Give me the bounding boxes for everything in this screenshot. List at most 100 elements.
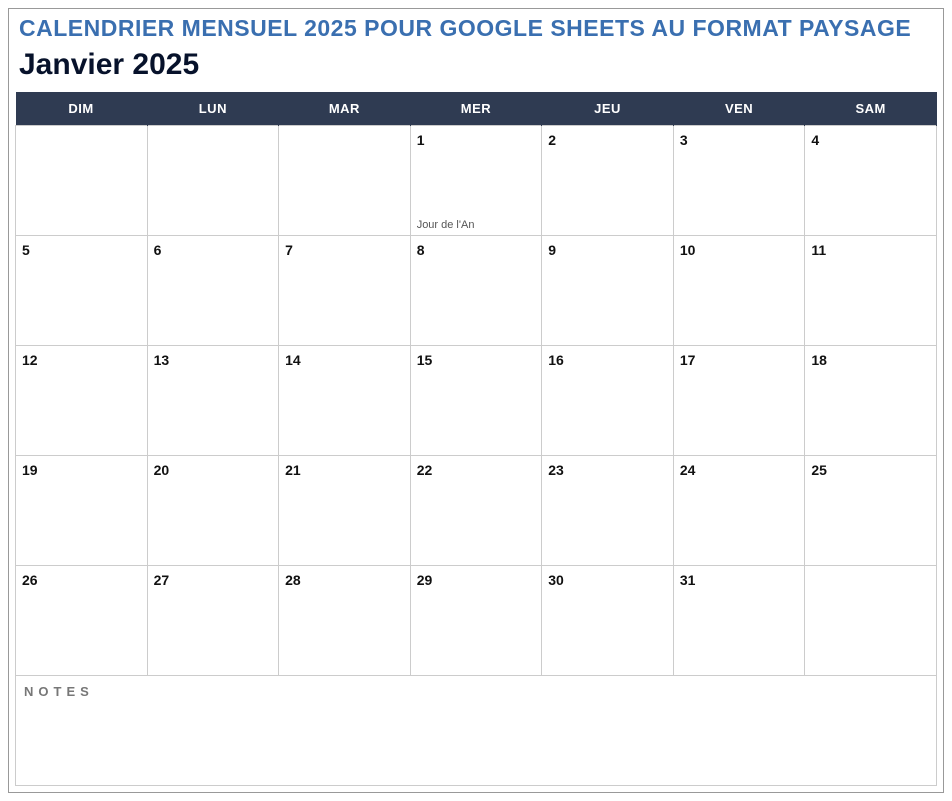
calendar-day-cell[interactable]: 10 (673, 236, 805, 346)
calendar-week-row: 19202122232425 (16, 456, 937, 566)
day-number: 26 (16, 566, 147, 588)
weekday-header-row: DIM LUN MAR MER JEU VEN SAM (16, 92, 937, 126)
day-note (16, 561, 147, 565)
calendar-day-cell[interactable]: 29 (410, 566, 542, 676)
calendar-day-cell[interactable] (279, 126, 411, 236)
day-note (805, 231, 936, 235)
calendar-day-cell[interactable]: 2 (542, 126, 674, 236)
calendar-day-cell[interactable] (805, 566, 937, 676)
day-number: 16 (542, 346, 673, 368)
calendar-day-cell[interactable]: 16 (542, 346, 674, 456)
calendar-day-cell[interactable]: 30 (542, 566, 674, 676)
calendar-day-cell[interactable]: 27 (147, 566, 279, 676)
day-note (674, 451, 805, 455)
weekday-header: VEN (673, 92, 805, 126)
day-note (16, 231, 147, 235)
day-number (16, 126, 147, 132)
day-number: 9 (542, 236, 673, 258)
day-number: 7 (279, 236, 410, 258)
day-number: 2 (542, 126, 673, 148)
month-title: Janvier 2025 (15, 48, 937, 92)
day-note (674, 561, 805, 565)
day-note (16, 341, 147, 345)
calendar-day-cell[interactable]: 17 (673, 346, 805, 456)
day-number: 21 (279, 456, 410, 478)
day-note (411, 451, 542, 455)
calendar-day-cell[interactable]: 22 (410, 456, 542, 566)
day-number: 14 (279, 346, 410, 368)
day-note (674, 341, 805, 345)
calendar-table: DIM LUN MAR MER JEU VEN SAM 1 Jour de l'A… (15, 92, 937, 786)
calendar-day-cell[interactable]: 15 (410, 346, 542, 456)
calendar-day-cell[interactable]: 8 (410, 236, 542, 346)
calendar-day-cell[interactable]: 6 (147, 236, 279, 346)
day-number: 17 (674, 346, 805, 368)
day-number: 28 (279, 566, 410, 588)
day-note (16, 671, 147, 675)
day-note (279, 561, 410, 565)
calendar-day-cell[interactable]: 14 (279, 346, 411, 456)
calendar-day-cell[interactable] (147, 126, 279, 236)
day-number: 20 (148, 456, 279, 478)
day-number: 11 (805, 236, 936, 258)
notes-cell[interactable]: NOTES (16, 676, 937, 786)
day-note (542, 451, 673, 455)
calendar-day-cell[interactable]: 9 (542, 236, 674, 346)
day-note (279, 341, 410, 345)
day-number: 8 (411, 236, 542, 258)
day-number (805, 566, 936, 572)
day-number: 5 (16, 236, 147, 258)
day-note (805, 451, 936, 455)
notes-row: NOTES (16, 676, 937, 786)
day-note (542, 231, 673, 235)
calendar-day-cell[interactable]: 19 (16, 456, 148, 566)
calendar-day-cell[interactable]: 3 (673, 126, 805, 236)
calendar-day-cell[interactable]: 5 (16, 236, 148, 346)
calendar-day-cell[interactable]: 12 (16, 346, 148, 456)
day-number: 19 (16, 456, 147, 478)
calendar-day-cell[interactable]: 31 (673, 566, 805, 676)
calendar-day-cell[interactable]: 21 (279, 456, 411, 566)
day-number: 25 (805, 456, 936, 478)
calendar-day-cell[interactable]: 26 (16, 566, 148, 676)
day-number: 31 (674, 566, 805, 588)
day-number: 22 (411, 456, 542, 478)
day-number: 30 (542, 566, 673, 588)
day-number: 24 (674, 456, 805, 478)
day-number: 10 (674, 236, 805, 258)
calendar-day-cell[interactable]: 25 (805, 456, 937, 566)
day-note (279, 671, 410, 675)
day-note (16, 451, 147, 455)
day-note (542, 341, 673, 345)
day-note (411, 671, 542, 675)
calendar-day-cell[interactable]: 20 (147, 456, 279, 566)
day-number (148, 126, 279, 132)
calendar-day-cell[interactable]: 24 (673, 456, 805, 566)
calendar-day-cell[interactable]: 28 (279, 566, 411, 676)
calendar-day-cell[interactable]: 7 (279, 236, 411, 346)
weekday-header: MER (410, 92, 542, 126)
calendar-day-cell[interactable]: 11 (805, 236, 937, 346)
calendar-week-row: 12131415161718 (16, 346, 937, 456)
day-number: 3 (674, 126, 805, 148)
day-number: 12 (16, 346, 147, 368)
day-note: Jour de l'An (411, 219, 542, 235)
day-note (805, 671, 936, 675)
day-note (542, 561, 673, 565)
calendar-day-cell[interactable]: 4 (805, 126, 937, 236)
calendar-day-cell[interactable]: 18 (805, 346, 937, 456)
calendar-container: CALENDRIER MENSUEL 2025 POUR GOOGLE SHEE… (8, 8, 944, 793)
weekday-header: MAR (279, 92, 411, 126)
calendar-day-cell[interactable]: 23 (542, 456, 674, 566)
main-title: CALENDRIER MENSUEL 2025 POUR GOOGLE SHEE… (15, 13, 937, 48)
day-note (805, 341, 936, 345)
day-note (411, 341, 542, 345)
day-note (148, 451, 279, 455)
day-number: 4 (805, 126, 936, 148)
day-note (279, 451, 410, 455)
calendar-day-cell[interactable]: 13 (147, 346, 279, 456)
day-number: 1 (411, 126, 542, 148)
calendar-day-cell[interactable] (16, 126, 148, 236)
calendar-day-cell[interactable]: 1 Jour de l'An (410, 126, 542, 236)
day-number (279, 126, 410, 132)
